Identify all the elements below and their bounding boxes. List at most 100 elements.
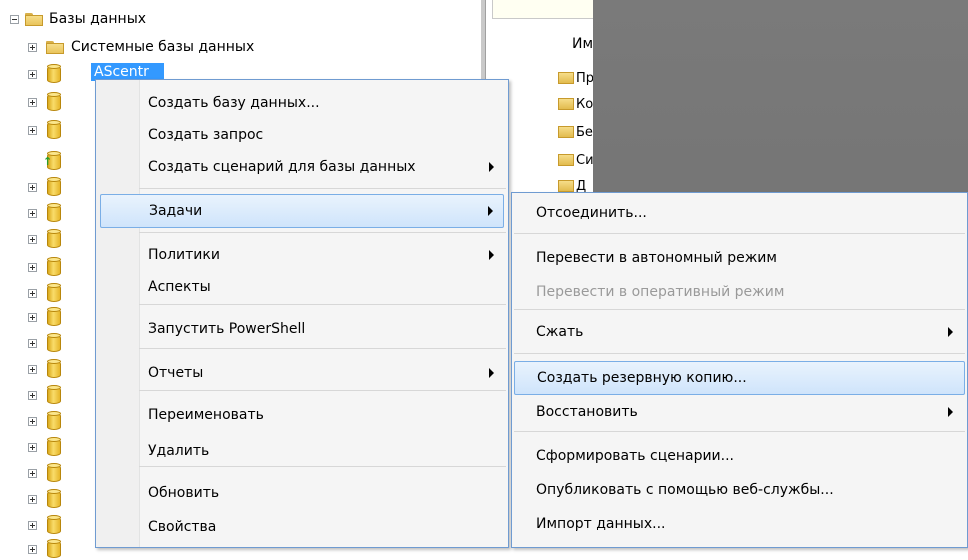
submenu-item-label: Перевести в оперативный режим — [536, 284, 785, 300]
expand-icon[interactable] — [28, 97, 37, 107]
expand-icon[interactable] — [28, 520, 37, 530]
tree-node-database[interactable] — [28, 538, 61, 560]
folder-icon — [558, 154, 574, 166]
database-icon — [47, 92, 61, 112]
list-item[interactable]: Ко — [558, 94, 593, 114]
submenu-item-6[interactable]: Сформировать сценарии... — [512, 439, 967, 473]
submenu-arrow-icon — [489, 162, 494, 172]
database-icon — [47, 489, 61, 509]
expand-icon[interactable] — [28, 69, 37, 79]
menu-item-0[interactable]: Создать базу данных... — [96, 86, 508, 120]
tree-node-database[interactable] — [28, 358, 61, 380]
expand-icon[interactable] — [28, 494, 37, 504]
menu-item-label: Запустить PowerShell — [148, 321, 306, 337]
expand-icon[interactable] — [28, 442, 37, 452]
expand-icon[interactable] — [28, 182, 37, 192]
tree-node-system-databases[interactable]: Системные базы данных — [28, 36, 254, 58]
expand-icon[interactable] — [28, 208, 37, 218]
menu-item-1[interactable]: Создать запрос — [96, 118, 508, 152]
expand-icon[interactable] — [28, 364, 37, 374]
expand-icon[interactable] — [28, 390, 37, 400]
menu-item-label: Аспекты — [148, 279, 211, 295]
expand-icon[interactable] — [28, 416, 37, 426]
submenu-item-8[interactable]: Импорт данных... — [512, 507, 967, 541]
tree-node-database[interactable] — [28, 176, 61, 198]
tree-node-database[interactable] — [28, 410, 61, 432]
tree-node-database[interactable] — [28, 256, 61, 278]
expand-icon[interactable] — [28, 288, 37, 298]
submenu-item-label: Сформировать сценарии... — [536, 448, 735, 464]
database-icon — [47, 307, 61, 327]
menu-item-label: Задачи — [149, 203, 203, 219]
menu-separator — [514, 309, 965, 310]
submenu-item-4[interactable]: Создать резервную копию... — [514, 361, 965, 395]
menu-item-label: Удалить — [148, 443, 210, 459]
tree-node-database[interactable] — [28, 332, 61, 354]
tree-node-database[interactable]: ↑ — [28, 150, 61, 172]
submenu-item-label: Восстановить — [536, 404, 638, 420]
tree-node-database[interactable] — [28, 119, 61, 141]
submenu-item-3[interactable]: Сжать — [512, 315, 967, 349]
database-icon — [47, 257, 61, 277]
expand-icon[interactable] — [28, 234, 37, 244]
menu-item-3[interactable]: Задачи — [100, 194, 504, 228]
expand-icon[interactable] — [28, 125, 37, 135]
submenu-item-label: Перевести в автономный режим — [536, 250, 777, 266]
database-icon — [47, 283, 61, 303]
menu-item-11[interactable]: Свойства — [96, 510, 508, 544]
submenu-item-0[interactable]: Отсоединить... — [512, 196, 967, 230]
tree-node-database[interactable] — [28, 202, 61, 224]
tree-node-database[interactable] — [28, 91, 61, 113]
submenu-item-7[interactable]: Опубликовать с помощью веб-службы... — [512, 473, 967, 507]
database-icon — [47, 64, 61, 84]
menu-item-label: Обновить — [148, 485, 220, 501]
tree-node-database[interactable] — [28, 436, 61, 458]
list-item-label: Ко — [576, 96, 594, 112]
expand-icon[interactable] — [28, 338, 37, 348]
tree-node-database[interactable] — [28, 228, 61, 250]
tree-node-database[interactable] — [28, 282, 61, 304]
database-icon — [47, 120, 61, 140]
menu-separator — [139, 466, 506, 467]
tree-node-database[interactable] — [28, 488, 61, 510]
tree-node-database[interactable] — [28, 384, 61, 406]
collapse-icon[interactable] — [10, 14, 19, 24]
list-item[interactable]: Пр — [558, 68, 594, 88]
submenu-item-5[interactable]: Восстановить — [512, 395, 967, 429]
menu-item-8[interactable]: Переименовать — [96, 398, 508, 432]
list-item[interactable]: Бе — [558, 122, 593, 142]
folder-icon — [25, 12, 43, 26]
menu-item-5[interactable]: Аспекты — [96, 270, 508, 304]
menu-item-label: Политики — [148, 247, 220, 263]
tasks-submenu: Отсоединить... Перевести в автономный реж… — [511, 192, 968, 548]
menu-item-7[interactable]: Отчеты — [96, 356, 508, 390]
menu-item-label: Создать сценарий для базы данных — [148, 159, 416, 175]
database-icon — [47, 463, 61, 483]
tree-node-databases[interactable]: Базы данных — [10, 8, 146, 30]
expand-icon[interactable] — [28, 544, 37, 554]
expand-icon[interactable] — [28, 468, 37, 478]
menu-item-6[interactable]: Запустить PowerShell — [96, 312, 508, 346]
folder-icon — [558, 98, 574, 110]
expand-icon[interactable] — [28, 42, 37, 52]
menu-item-label: Свойства — [148, 519, 217, 535]
menu-item-2[interactable]: Создать сценарий для базы данных — [96, 150, 508, 184]
expand-icon[interactable] — [28, 262, 37, 272]
expand-icon[interactable] — [28, 312, 37, 322]
menu-separator — [514, 233, 965, 234]
tree-node-database[interactable] — [28, 63, 61, 85]
database-icon — [47, 385, 61, 405]
menu-item-9[interactable]: Удалить — [96, 434, 508, 468]
tree-node-database[interactable] — [28, 462, 61, 484]
submenu-item-1[interactable]: Перевести в автономный режим — [512, 241, 967, 275]
menu-item-4[interactable]: Политики — [96, 238, 508, 272]
folder-icon — [558, 180, 574, 192]
tree-node-database[interactable] — [28, 306, 61, 328]
database-icon — [47, 333, 61, 353]
menu-item-10[interactable]: Обновить — [96, 476, 508, 510]
list-item[interactable]: Си — [558, 150, 594, 170]
tree-node-label: Системные базы данных — [71, 39, 255, 55]
tree-node-database[interactable] — [28, 514, 61, 536]
database-icon — [47, 229, 61, 249]
submenu-item-2[interactable]: Перевести в оперативный режим — [512, 275, 967, 309]
